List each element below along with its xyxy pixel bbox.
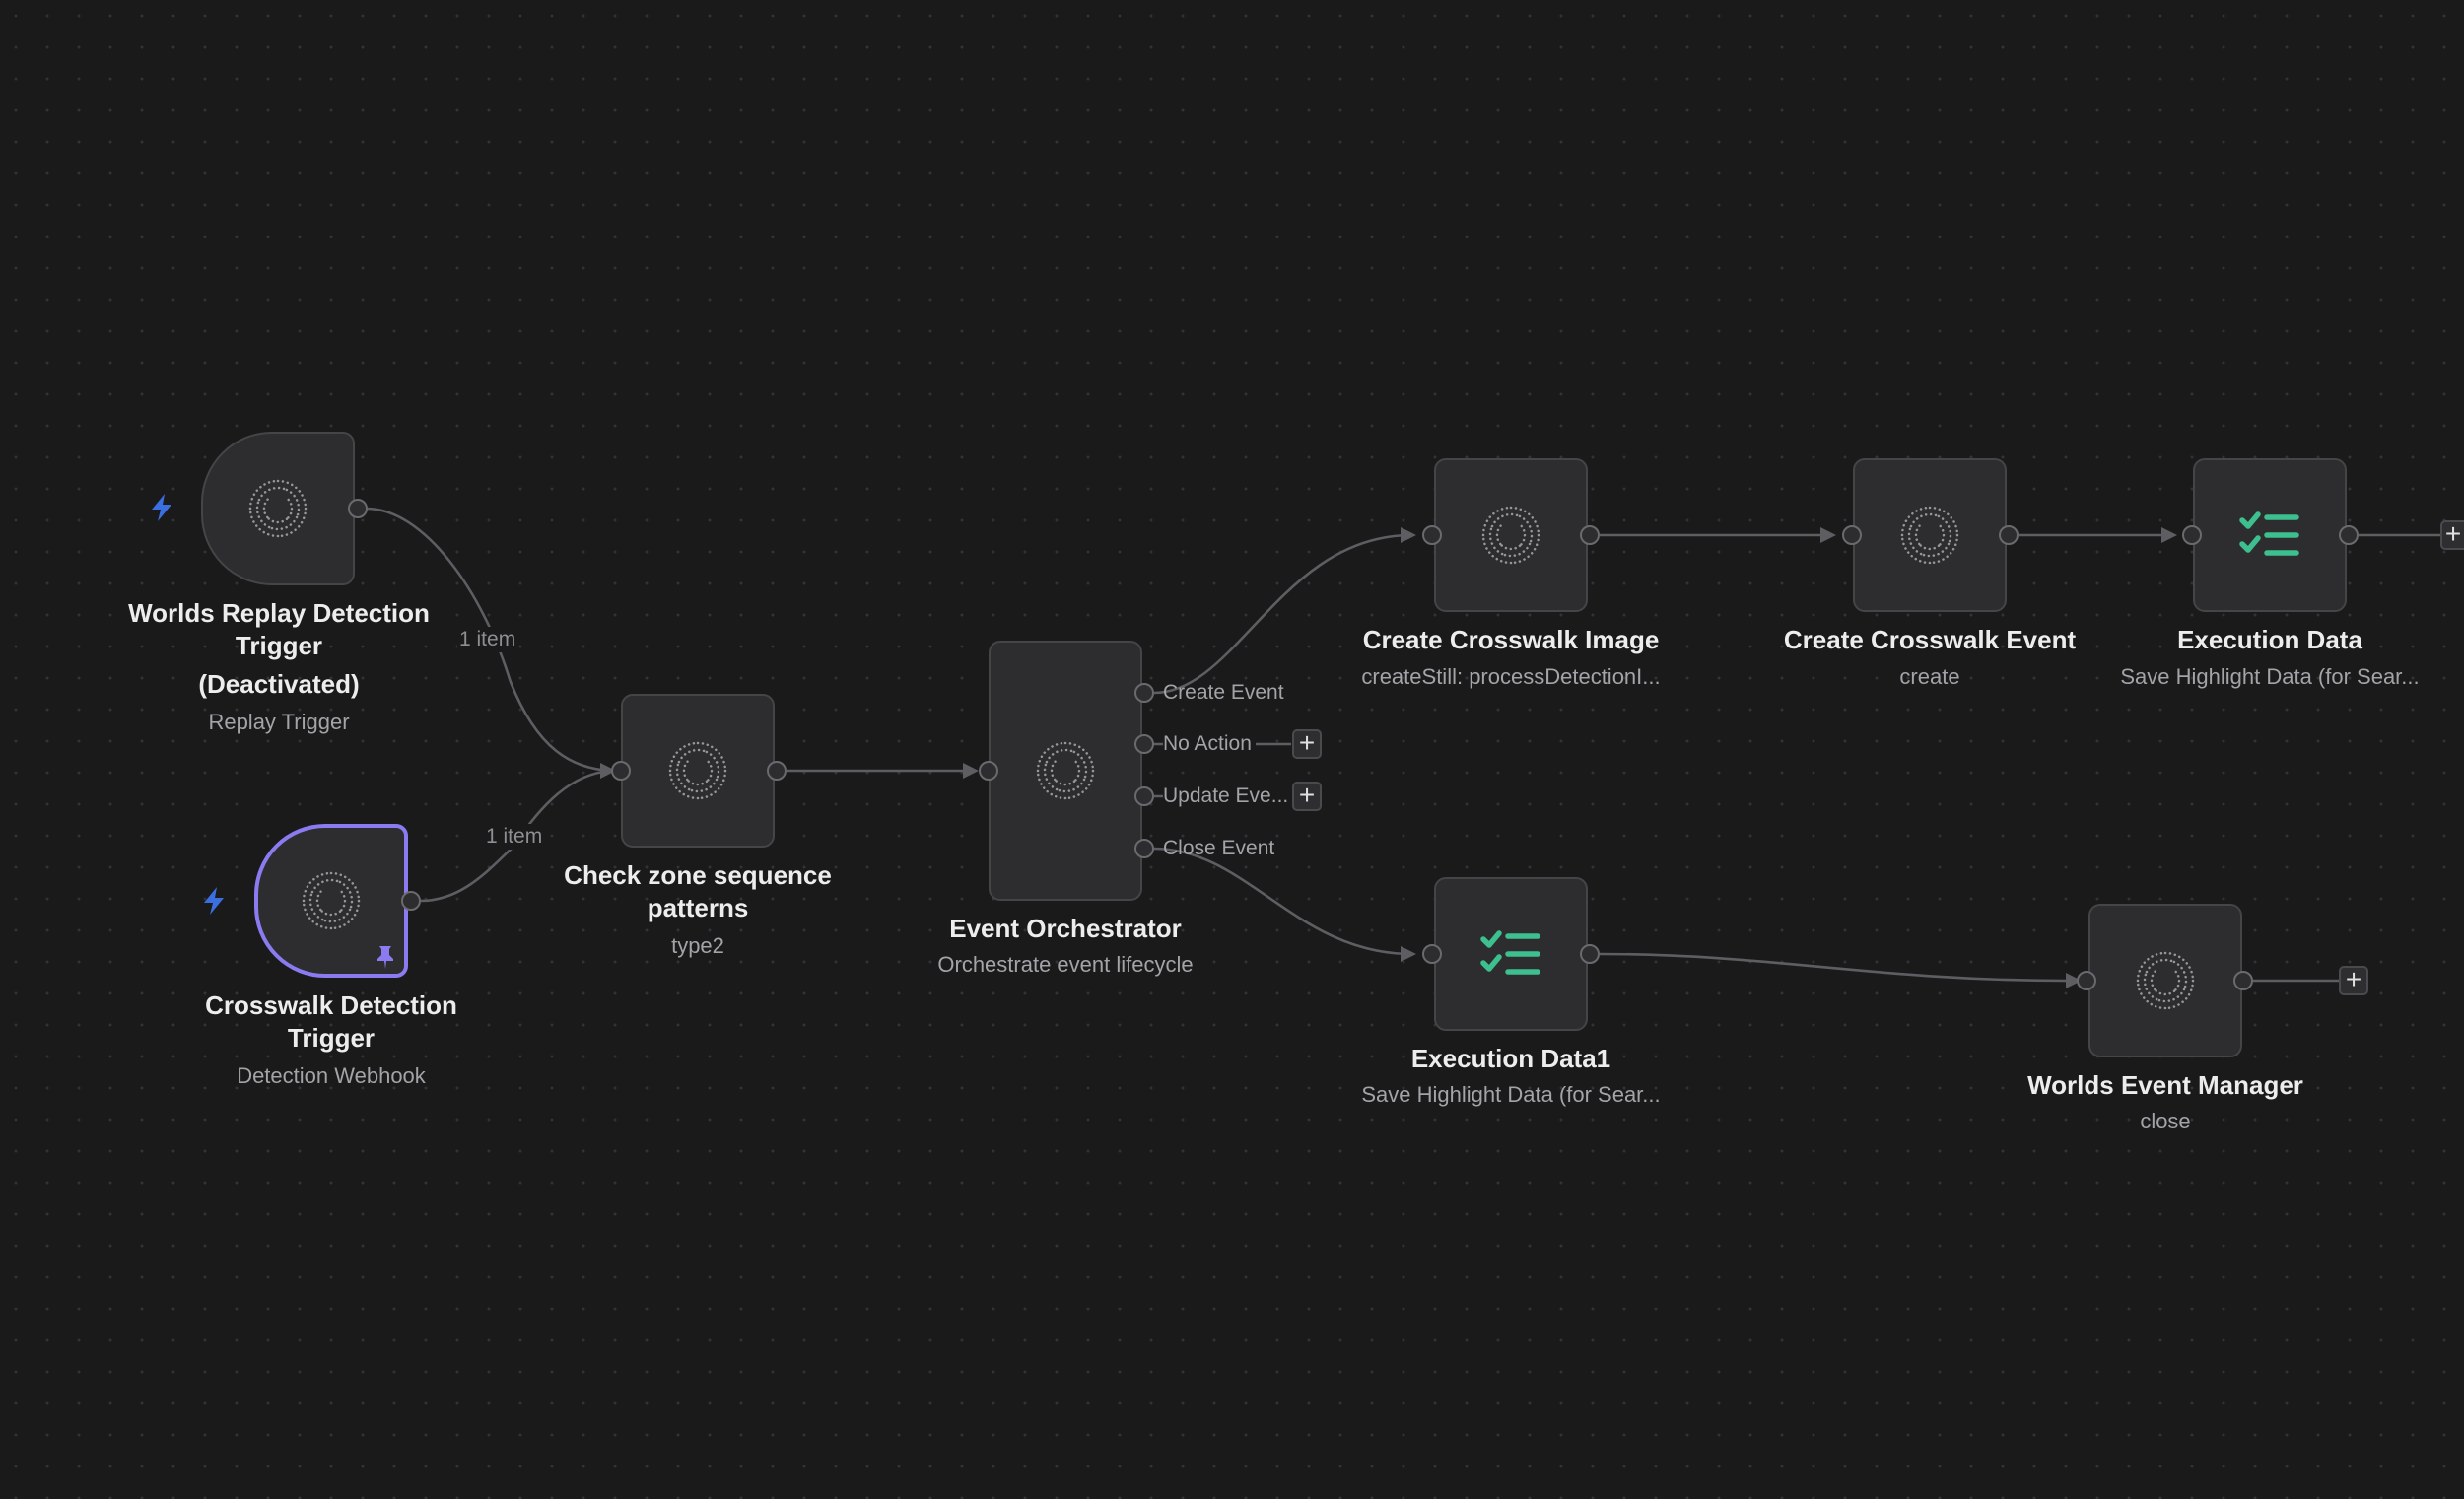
input-handle[interactable] [611, 761, 631, 781]
branch-label-close-event: Close Event [1163, 837, 1275, 859]
output-handle[interactable] [2339, 525, 2359, 545]
branch-label-update-event: Update Eve... [1163, 784, 1293, 809]
output-handle[interactable] [1580, 525, 1600, 545]
output-handle[interactable] [1999, 525, 2019, 545]
arrow-execution-data1 [1401, 946, 1416, 962]
node-check-zone-sequence-patterns[interactable] [621, 694, 775, 848]
node-create-crosswalk-image[interactable] [1434, 458, 1588, 612]
node-subtitle: Save Highlight Data (for Sear... [2120, 664, 2420, 689]
output-handle[interactable] [1580, 944, 1600, 964]
swirl-logo-icon [1031, 736, 1100, 805]
node-title: Crosswalk Detection Trigger [205, 990, 457, 1053]
arrow-orchestrator [963, 763, 979, 779]
node-title: Worlds Event Manager [2027, 1070, 2303, 1100]
node-subtitle: create [1899, 664, 1960, 689]
output-handle[interactable] [767, 761, 787, 781]
pin-icon[interactable] [375, 944, 396, 970]
input-handle[interactable] [1422, 525, 1442, 545]
branch-label-no-action: No Action [1163, 731, 1256, 757]
output-handle-create-event[interactable] [1134, 683, 1154, 703]
output-handle-update-event[interactable] [1134, 786, 1154, 806]
node-subtitle: Detection Webhook [237, 1063, 426, 1088]
output-handle-no-action[interactable] [1134, 734, 1154, 754]
node-title: Check zone sequence patterns [564, 860, 832, 922]
edge-item-count: 1 item [457, 627, 518, 652]
add-node-button[interactable]: + [1292, 729, 1322, 759]
node-worlds-event-manager[interactable] [2088, 904, 2242, 1057]
add-node-button[interactable]: + [2339, 966, 2368, 995]
node-subtitle: Save Highlight Data (for Sear... [1361, 1082, 1661, 1107]
node-title: Create Crosswalk Event [1783, 625, 2077, 654]
node-subtitle: createStill: processDetectionI... [1361, 664, 1661, 689]
workflow-canvas[interactable]: Worlds Replay Detection Trigger (Deactiv… [0, 0, 2464, 1499]
arrow-create-event [1820, 527, 1836, 543]
swirl-logo-icon [2131, 946, 2200, 1015]
input-handle[interactable] [2077, 971, 2096, 990]
swirl-logo-icon [297, 866, 366, 935]
node-crosswalk-detection-trigger[interactable] [254, 824, 408, 978]
swirl-logo-icon [1895, 501, 1964, 570]
branch-label-create-event: Create Event [1163, 681, 1284, 704]
swirl-logo-icon [243, 474, 312, 543]
node-title: Execution Data1 [1410, 1044, 1611, 1073]
input-handle[interactable] [1842, 525, 1862, 545]
node-title: Event Orchestrator [949, 914, 1182, 943]
node-create-crosswalk-event[interactable] [1853, 458, 2007, 612]
input-handle[interactable] [2182, 525, 2202, 545]
arrow-execution-data [2161, 527, 2177, 543]
checklist-icon [2239, 511, 2300, 560]
node-worlds-replay-detection-trigger[interactable] [201, 432, 355, 585]
output-handle[interactable] [2233, 971, 2253, 990]
arrow-create-image [1401, 527, 1416, 543]
trigger-bolt-icon [204, 887, 224, 915]
add-node-button[interactable]: + [1292, 782, 1322, 811]
node-execution-data[interactable] [2193, 458, 2347, 612]
output-handle[interactable] [401, 891, 421, 911]
input-handle[interactable] [1422, 944, 1442, 964]
node-subtitle: type2 [671, 933, 724, 958]
node-subtitle: Replay Trigger [208, 710, 350, 734]
swirl-logo-icon [663, 736, 732, 805]
node-title: Worlds Replay Detection Trigger (Deactiv… [128, 598, 430, 699]
output-handle-close-event[interactable] [1134, 839, 1154, 858]
node-title: Create Crosswalk Image [1362, 625, 1660, 654]
trigger-bolt-icon [152, 494, 171, 521]
edge-item-count: 1 item [484, 824, 545, 850]
node-subtitle: Orchestrate event lifecycle [937, 952, 1194, 977]
checklist-icon [1480, 929, 1541, 979]
output-handle[interactable] [348, 499, 368, 518]
node-title: Execution Data [2177, 625, 2362, 654]
swirl-logo-icon [1476, 501, 1545, 570]
input-handle[interactable] [979, 761, 998, 781]
node-event-orchestrator[interactable] [989, 641, 1142, 901]
add-node-button[interactable]: + [2440, 520, 2464, 550]
edge-execution-data1-to-manager [1599, 952, 2068, 983]
node-subtitle: close [2140, 1109, 2191, 1133]
node-execution-data1[interactable] [1434, 877, 1588, 1031]
